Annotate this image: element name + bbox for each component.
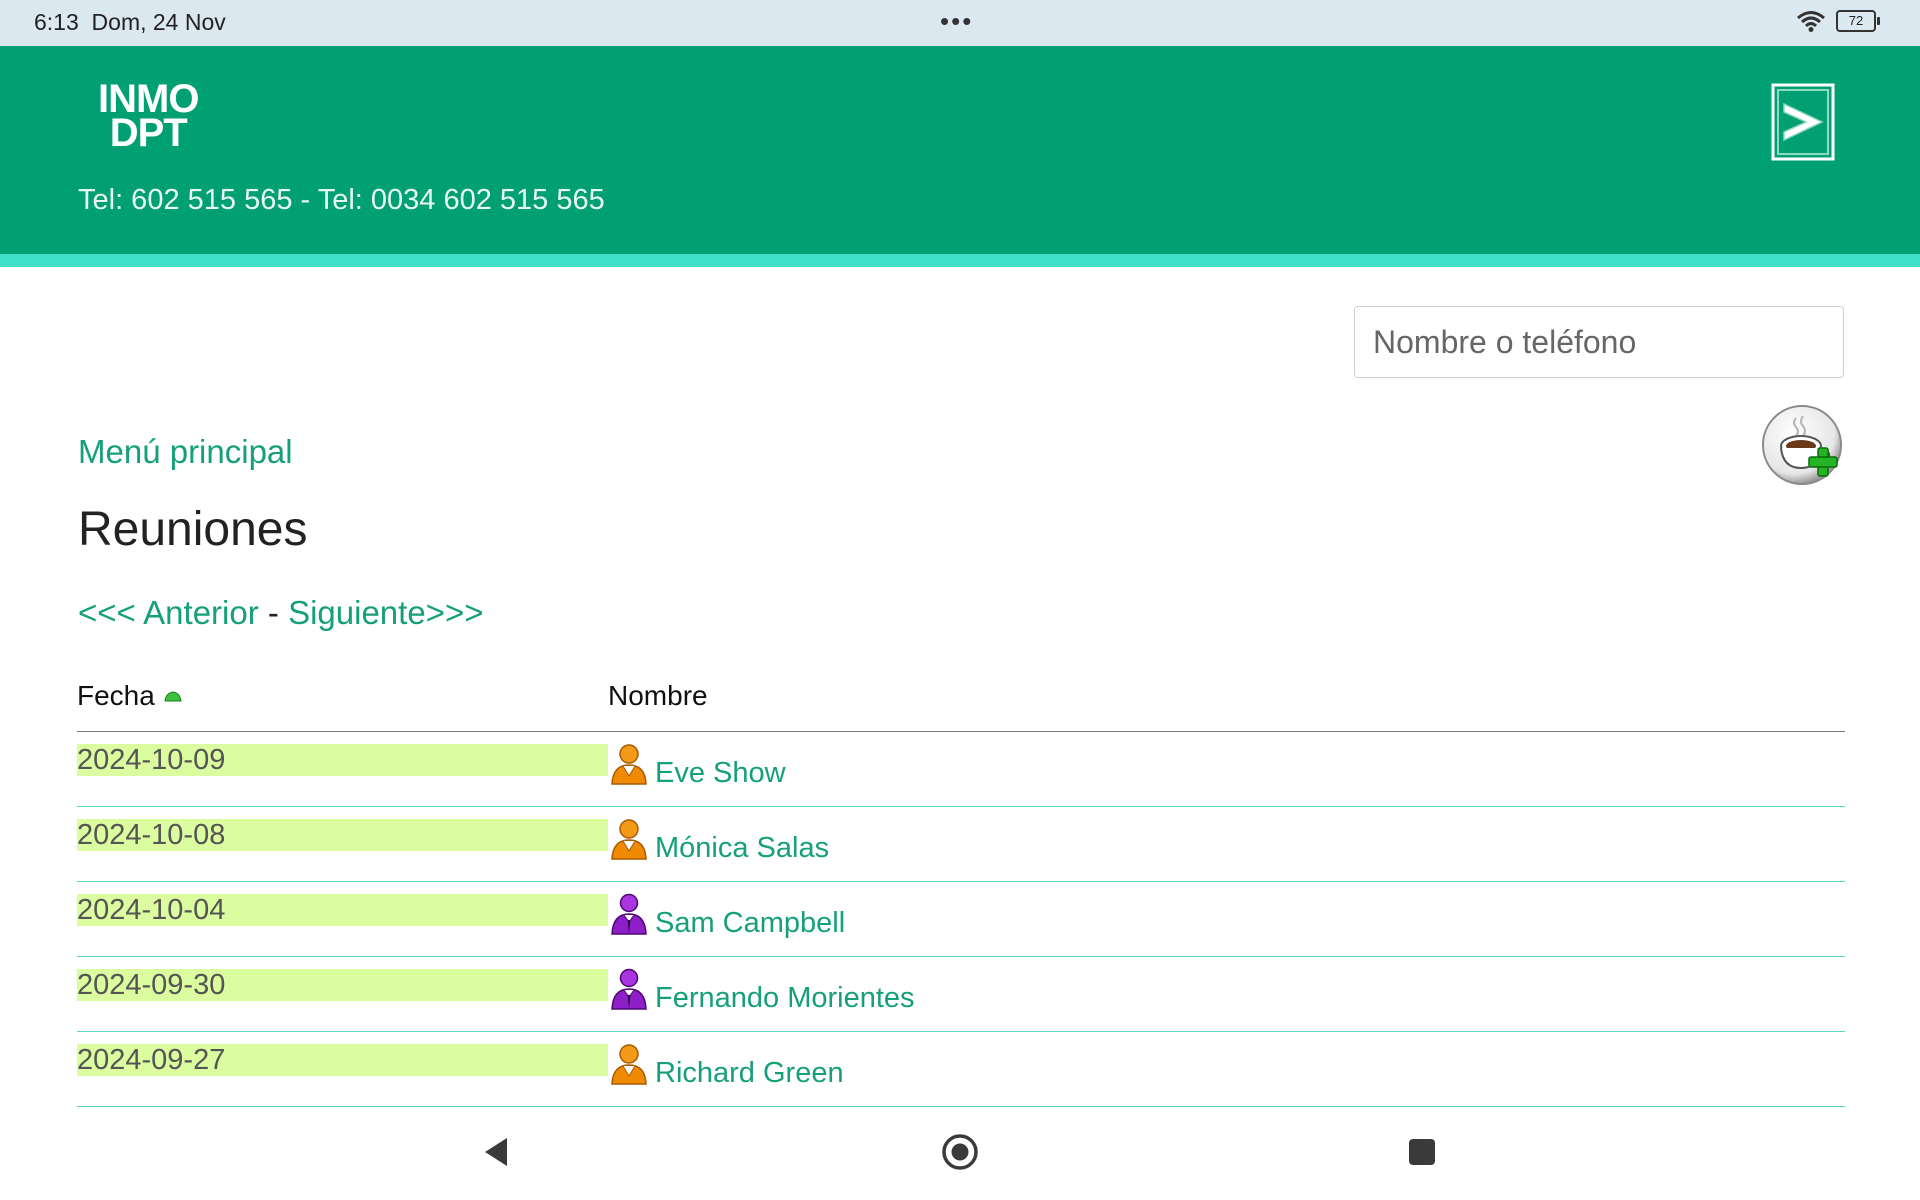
main-menu-link[interactable]: Menú principal <box>78 433 293 471</box>
person-link[interactable]: Sam Campbell <box>655 908 845 938</box>
person-purple-icon <box>611 893 647 935</box>
table-row: 2024-10-08 Mónica Salas <box>77 807 1845 882</box>
name-cell: Sam Campbell <box>609 892 845 938</box>
sort-ascending-icon[interactable] <box>163 689 183 703</box>
name-cell: Richard Green <box>609 1042 844 1088</box>
wifi-icon <box>1797 11 1825 32</box>
name-cell: Mónica Salas <box>609 817 829 863</box>
person-link[interactable]: Mónica Salas <box>655 833 829 863</box>
date-cell: 2024-10-04 <box>77 894 608 926</box>
status-icons: 72 <box>1796 10 1880 32</box>
column-header-fecha[interactable]: Fecha <box>77 680 183 712</box>
status-more-dots[interactable]: ••• <box>940 6 973 37</box>
person-link[interactable]: Eve Show <box>655 758 786 788</box>
person-purple-icon <box>611 968 647 1010</box>
person-link[interactable]: Fernando Morientes <box>655 983 915 1013</box>
status-date: Dom, 24 Nov <box>91 9 226 35</box>
table-row: 2024-09-27 Richard Green <box>77 1032 1845 1107</box>
battery-icon: 72 <box>1836 10 1880 32</box>
name-cell: Fernando Morientes <box>609 967 915 1013</box>
meetings-table: Fecha Nombre 2024-10-09 Eve Show 2024-10… <box>77 676 1845 1107</box>
pagination-separator: - <box>267 594 279 631</box>
logo: INMO DPT <box>98 79 199 155</box>
status-bar: 6:13 Dom, 24 Nov ••• 72 <box>0 0 1920 46</box>
logo-line-2: DPT <box>109 111 188 155</box>
app-header: INMO DPT Tel: 602 515 565 - Tel: 0034 60… <box>0 46 1920 254</box>
table-row: 2024-09-30 Fernando Morientes <box>77 957 1845 1032</box>
search-input[interactable] <box>1354 306 1844 378</box>
coffee-add-icon[interactable] <box>1761 404 1847 490</box>
page-title: Reuniones <box>78 503 308 556</box>
person-orange-icon <box>611 744 647 785</box>
status-time: 6:13 Dom, 24 Nov <box>34 9 226 35</box>
next-page-link[interactable]: Siguiente>>> <box>288 594 483 631</box>
header-phone: Tel: 602 515 565 - Tel: 0034 602 515 565 <box>78 184 605 216</box>
home-icon[interactable] <box>938 1130 982 1174</box>
recents-icon[interactable] <box>1400 1130 1444 1174</box>
column-header-fecha-label: Fecha <box>77 680 155 711</box>
column-header-nombre: Nombre <box>608 680 708 711</box>
table-header: Fecha Nombre <box>77 676 1845 732</box>
name-cell: Eve Show <box>609 742 786 788</box>
date-cell: 2024-10-09 <box>77 744 608 776</box>
previous-page-link[interactable]: <<< Anterior <box>78 594 259 631</box>
back-icon[interactable] <box>473 1130 517 1174</box>
date-cell: 2024-09-30 <box>77 969 608 1001</box>
person-orange-icon <box>611 1044 647 1085</box>
pagination: <<< Anterior - Siguiente>>> <box>78 594 483 632</box>
system-nav-bar <box>0 1130 1920 1200</box>
person-link[interactable]: Richard Green <box>655 1058 844 1088</box>
date-cell: 2024-09-27 <box>77 1044 608 1076</box>
table-row: 2024-10-09 Eve Show <box>77 732 1845 807</box>
person-orange-icon <box>611 819 647 860</box>
date-cell: 2024-10-08 <box>77 819 608 851</box>
logout-arrow-icon[interactable] <box>1770 82 1836 162</box>
header-accent-strip <box>0 254 1920 267</box>
table-row: 2024-10-04 Sam Campbell <box>77 882 1845 957</box>
